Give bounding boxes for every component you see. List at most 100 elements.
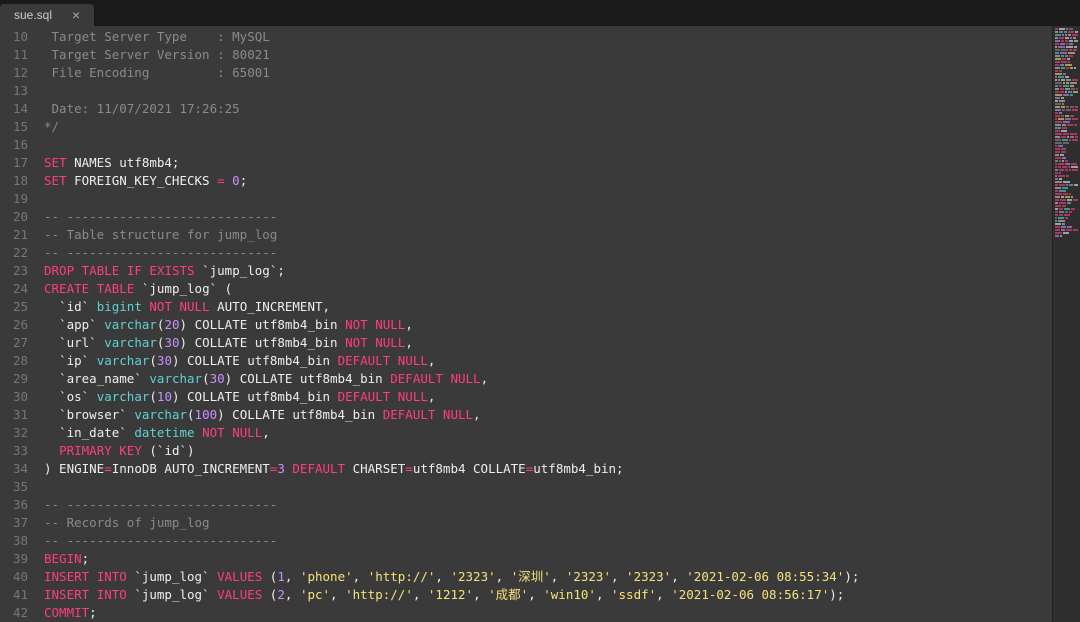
token: ) COLLATE utf8mb4_bin [180,317,346,332]
code-area[interactable]: Target Server Type : MySQL Target Server… [34,26,1052,622]
token: TABLE [97,281,135,296]
token: DEFAULT [390,371,443,386]
line-number: 30 [0,388,28,406]
code-line[interactable]: -- ---------------------------- [44,496,1052,514]
token [210,569,218,584]
token [390,389,398,404]
file-tab[interactable]: sue.sql × [0,4,94,26]
token: , [481,371,489,386]
token: 30 [210,371,225,386]
token: , [671,569,686,584]
code-line[interactable]: SET NAMES utf8mb4; [44,154,1052,172]
token: 'ssdf' [611,587,656,602]
token: IF [127,263,142,278]
line-number: 42 [0,604,28,622]
code-line[interactable]: CREATE TABLE `jump_log` ( [44,280,1052,298]
code-line[interactable]: INSERT INTO `jump_log` VALUES (1, 'phone… [44,568,1052,586]
code-line[interactable] [44,478,1052,496]
code-line[interactable] [44,82,1052,100]
token: Target Server Version : 80021 [44,47,270,62]
token: PRIMARY [59,443,112,458]
code-line[interactable]: PRIMARY KEY (`id`) [44,442,1052,460]
token: INSERT [44,587,89,602]
line-number: 35 [0,478,28,496]
token: 'http://' [368,569,436,584]
token: 100 [195,407,218,422]
token: ( [187,407,195,422]
token: EXISTS [149,263,194,278]
token [44,407,59,422]
code-line[interactable]: `url` varchar(30) COLLATE utf8mb4_bin NO… [44,334,1052,352]
code-line[interactable]: `id` bigint NOT NULL AUTO_INCREMENT, [44,298,1052,316]
token: VALUES [217,587,262,602]
token: CHARSET [345,461,405,476]
token: , [528,587,543,602]
line-number: 29 [0,370,28,388]
code-line[interactable]: COMMIT; [44,604,1052,622]
token: DEFAULT [338,389,391,404]
close-icon[interactable]: × [72,8,80,22]
token: KEY [119,443,142,458]
token: ); [829,587,844,602]
code-line[interactable]: -- Table structure for jump_log [44,226,1052,244]
line-number: 14 [0,100,28,118]
code-line[interactable]: -- ---------------------------- [44,532,1052,550]
token: 20 [164,317,179,332]
code-line[interactable]: -- Records of jump_log [44,514,1052,532]
token: , [496,569,511,584]
token: INSERT [44,569,89,584]
code-line[interactable]: Date: 11/07/2021 17:26:25 [44,100,1052,118]
token: ( [217,281,232,296]
token: ; [89,605,97,620]
token: varchar [104,335,157,350]
code-line[interactable]: INSERT INTO `jump_log` VALUES (2, 'pc', … [44,586,1052,604]
token [89,353,97,368]
token: SET [44,155,67,170]
line-number: 23 [0,262,28,280]
code-line[interactable]: ) ENGINE=InnoDB AUTO_INCREMENT=3 DEFAULT… [44,460,1052,478]
token: , [551,569,566,584]
token [89,389,97,404]
minimap-content [1055,28,1078,228]
code-line[interactable]: `os` varchar(10) COLLATE utf8mb4_bin DEF… [44,388,1052,406]
minimap[interactable] [1052,26,1080,622]
code-line[interactable]: Target Server Type : MySQL [44,28,1052,46]
line-number: 41 [0,586,28,604]
code-line[interactable]: File Encoding : 65001 [44,64,1052,82]
token: `jump_log` [134,587,209,602]
code-line[interactable]: */ [44,118,1052,136]
token: 'phone' [300,569,353,584]
line-number: 27 [0,334,28,352]
code-line[interactable]: `area_name` varchar(30) COLLATE utf8mb4_… [44,370,1052,388]
token: -- ---------------------------- [44,209,277,224]
token: , [435,569,450,584]
code-line[interactable]: BEGIN; [44,550,1052,568]
token: `area_name` [59,371,142,386]
code-line[interactable]: SET FOREIGN_KEY_CHECKS = 0; [44,172,1052,190]
editor[interactable]: 1011121314151617181920212223242526272829… [0,26,1080,622]
token [210,587,218,602]
token: NOT [202,425,225,440]
code-line[interactable]: -- ---------------------------- [44,208,1052,226]
token: -- Table structure for jump_log [44,227,277,242]
code-line[interactable]: `in_date` datetime NOT NULL, [44,424,1052,442]
token: varchar [97,353,150,368]
code-line[interactable]: `ip` varchar(30) COLLATE utf8mb4_bin DEF… [44,352,1052,370]
token: File Encoding : 65001 [44,65,270,80]
token: 'http://' [345,587,413,602]
token: ) COLLATE utf8mb4_bin [172,389,338,404]
token [89,569,97,584]
code-line[interactable]: -- ---------------------------- [44,244,1052,262]
code-line[interactable] [44,136,1052,154]
token: NOT [345,335,368,350]
token: -- ---------------------------- [44,245,277,260]
code-line[interactable] [44,190,1052,208]
code-line[interactable]: Target Server Version : 80021 [44,46,1052,64]
code-line[interactable]: `app` varchar(20) COLLATE utf8mb4_bin NO… [44,316,1052,334]
line-number: 33 [0,442,28,460]
code-line[interactable]: DROP TABLE IF EXISTS `jump_log`; [44,262,1052,280]
token: `browser` [59,407,127,422]
token: = [217,173,225,188]
code-line[interactable]: `browser` varchar(100) COLLATE utf8mb4_b… [44,406,1052,424]
line-number: 10 [0,28,28,46]
